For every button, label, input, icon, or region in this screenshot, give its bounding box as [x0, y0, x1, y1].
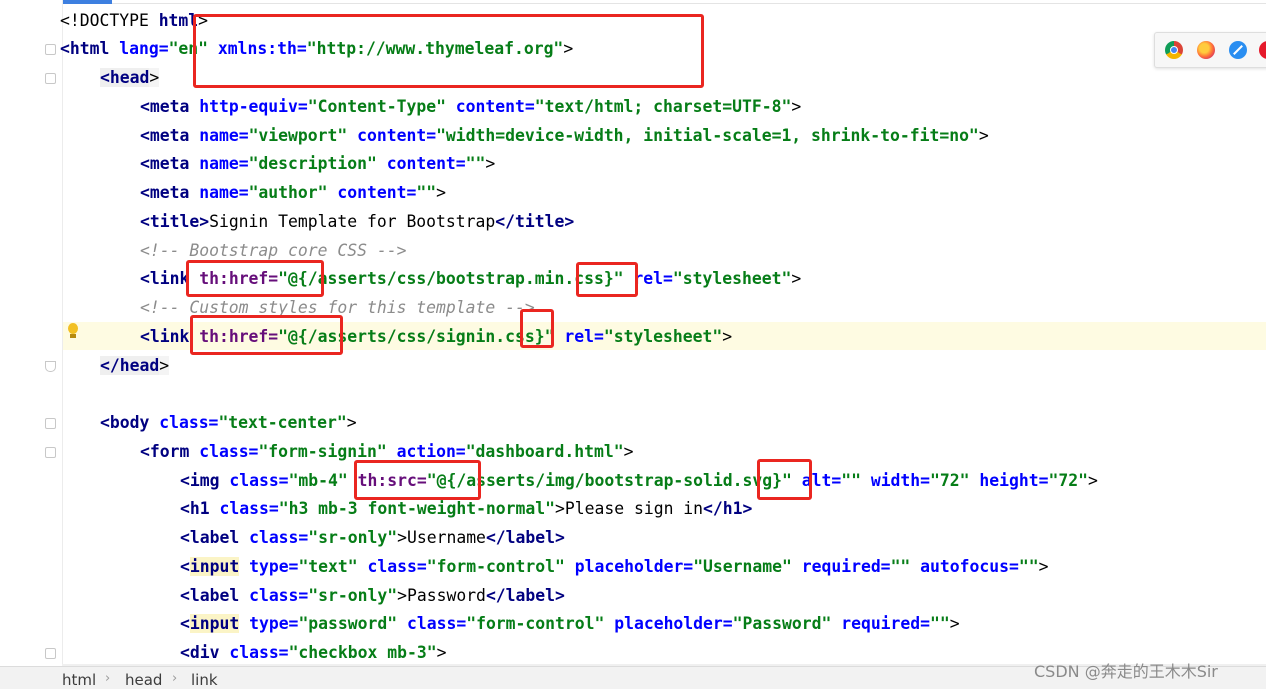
code-line-13: </head>: [100, 356, 170, 375]
code-line-8: <title>Signin Template for Bootstrap</ti…: [140, 212, 575, 231]
annotation-box-signin-href-end: [520, 309, 554, 348]
code-line-14: <body class="text-center">: [100, 413, 357, 432]
annotation-box-img-src-end: [757, 459, 812, 500]
code-line-3: <head>: [100, 68, 160, 87]
firefox-icon[interactable]: [1197, 41, 1215, 59]
code-line-7: <meta name="author" content="">: [140, 183, 446, 202]
annotation-box-signin-href-start: [190, 315, 343, 355]
code-line-21: <input type="password" class="form-contr…: [180, 614, 960, 633]
code-line-19: <input type="text" class="form-control" …: [180, 557, 1049, 576]
code-line-22: <div class="checkbox mb-3">: [180, 643, 447, 662]
code-line-4: <meta http-equiv="Content-Type" content=…: [140, 97, 802, 116]
breadcrumb-item-link[interactable]: link: [191, 671, 218, 689]
annotation-box-xmlns: [193, 14, 704, 88]
code-line-20: <label class="sr-only">Password</label>: [180, 586, 565, 605]
code-line-18: <label class="sr-only">Username</label>: [180, 528, 565, 547]
csdn-watermark: CSDN @奔走的王木木Sir: [1034, 662, 1218, 681]
annotation-box-bootstrap-href-start: [186, 260, 324, 297]
code-line-6: <meta name="description" content="">: [140, 154, 496, 173]
annotation-box-bootstrap-href-end: [576, 262, 638, 297]
opera-icon[interactable]: [1259, 41, 1266, 59]
breadcrumb-item-head[interactable]: head: [125, 671, 162, 689]
breadcrumb-separator-icon: ›: [105, 671, 111, 686]
breadcrumb-item-html[interactable]: html: [62, 671, 96, 689]
safari-icon[interactable]: [1229, 41, 1247, 59]
code-line-5: <meta name="viewport" content="width=dev…: [140, 126, 989, 145]
browser-preview-bar: [1154, 32, 1266, 68]
code-line-1: <!DOCTYPE html>: [60, 11, 209, 30]
chrome-icon[interactable]: [1165, 41, 1183, 59]
code-line-16: <img class="mb-4" th:src="@{/asserts/img…: [180, 471, 1098, 490]
breadcrumb-separator-icon: ›: [172, 671, 178, 686]
annotation-box-img-src-start: [354, 460, 481, 500]
